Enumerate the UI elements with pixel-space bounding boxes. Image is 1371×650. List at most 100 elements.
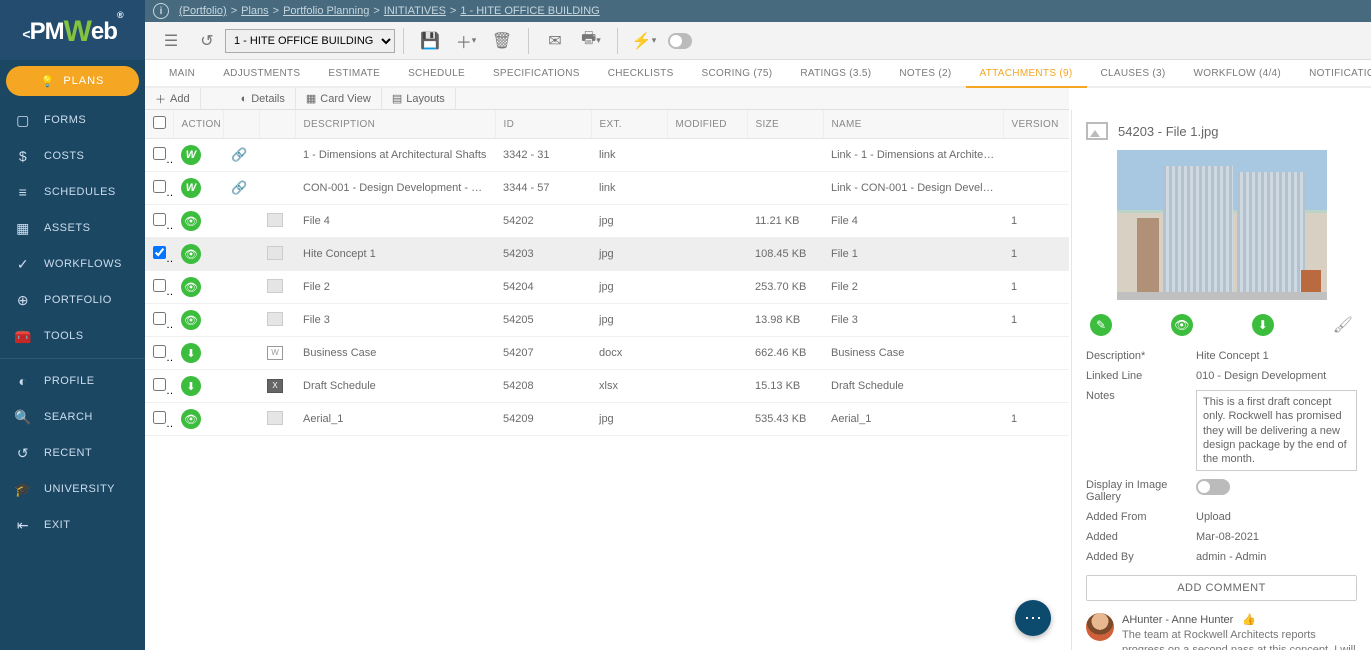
row-action-icon[interactable]: 👁 — [181, 409, 201, 429]
sidebar-item-profile[interactable]: ◐PROFILE — [0, 363, 145, 399]
sidebar-item-portfolio[interactable]: ⊕PORTFOLIO — [0, 282, 145, 318]
row-checkbox[interactable] — [153, 213, 166, 226]
sidebar-item-schedules[interactable]: ≡SCHEDULES — [0, 174, 145, 210]
select-all-checkbox[interactable] — [153, 116, 166, 129]
tab-main[interactable]: MAIN — [155, 59, 209, 87]
notes-value[interactable]: This is a first draft concept only. Rock… — [1196, 390, 1357, 471]
sidebar-item-tools[interactable]: 🧰TOOLS — [0, 318, 145, 354]
table-row[interactable]: ⬇WBusiness Case54207docx662.46 KBBusines… — [145, 337, 1069, 370]
row-checkbox[interactable] — [153, 378, 166, 391]
row-checkbox[interactable] — [153, 246, 166, 259]
sidebar-item-assets[interactable]: ▦ASSETS — [0, 210, 145, 246]
brush-icon[interactable]: 🖌 — [1333, 315, 1353, 335]
col-name[interactable]: NAME — [823, 110, 1003, 139]
download-action[interactable]: ⬇ — [1252, 314, 1274, 336]
col-modified[interactable]: MODIFIED — [667, 110, 747, 139]
gallery-toggle[interactable] — [1196, 479, 1230, 495]
cell-version — [1003, 139, 1069, 172]
breadcrumb-plans[interactable]: Plans — [241, 5, 269, 17]
breadcrumb-planning[interactable]: Portfolio Planning — [283, 5, 369, 17]
add-icon[interactable]: ＋▾ — [454, 29, 478, 53]
record-select[interactable]: 1 - HITE OFFICE BUILDING — [225, 29, 395, 53]
table-row[interactable]: 👁File 354205jpg13.98 KBFile 31 — [145, 304, 1069, 337]
sidebar-item-forms[interactable]: ▢FORMS — [0, 102, 145, 138]
mail-icon[interactable]: ✉ — [543, 29, 567, 53]
table-row[interactable]: W🔗1 - Dimensions at Architectural Shafts… — [145, 139, 1069, 172]
table-row[interactable]: ⬇XDraft Schedule54208xlsx15.13 KBDraft S… — [145, 370, 1069, 403]
description-value[interactable]: Hite Concept 1 — [1196, 350, 1357, 362]
more-actions-fab[interactable]: ⋯ — [1015, 600, 1051, 636]
tab-checklists[interactable]: CHECKLISTS — [594, 59, 688, 87]
tabs: MAINADJUSTMENTSESTIMATESCHEDULESPECIFICA… — [145, 60, 1371, 88]
row-checkbox[interactable] — [153, 180, 166, 193]
col-id[interactable]: ID — [495, 110, 591, 139]
save-icon[interactable]: 💾 — [418, 29, 442, 53]
col-size[interactable]: SIZE — [747, 110, 823, 139]
bolt-icon[interactable]: ⚡▾ — [632, 29, 656, 53]
tab-schedule[interactable]: SCHEDULE — [394, 59, 479, 87]
layouts-button[interactable]: ▤Layouts — [382, 88, 456, 110]
tab-clauses-[interactable]: CLAUSES (3) — [1087, 59, 1180, 87]
delete-icon[interactable]: 🗑 — [490, 29, 514, 53]
sidebar-label: PORTFOLIO — [44, 294, 112, 306]
add-comment-button[interactable]: ADD COMMENT — [1086, 575, 1357, 601]
row-checkbox[interactable] — [153, 279, 166, 292]
row-checkbox[interactable] — [153, 312, 166, 325]
print-icon[interactable]: 🖶▾ — [579, 29, 603, 53]
tab-adjustments[interactable]: ADJUSTMENTS — [209, 59, 314, 87]
tab-estimate[interactable]: ESTIMATE — [314, 59, 394, 87]
breadcrumb-record[interactable]: 1 - HITE OFFICE BUILDING — [460, 5, 599, 17]
sidebar-plans-pill[interactable]: 💡 PLANS — [6, 66, 139, 96]
col-ext[interactable]: EXT. — [591, 110, 667, 139]
linked-value[interactable]: 010 - Design Development — [1196, 370, 1357, 382]
list-icon[interactable]: ☰ — [159, 29, 183, 53]
table-row[interactable]: 👁File 254204jpg253.70 KBFile 21 — [145, 271, 1069, 304]
details-toggle[interactable]: ◐Details — [231, 88, 296, 110]
sidebar-item-workflows[interactable]: ✓WORKFLOWS — [0, 246, 145, 282]
sidebar-item-exit[interactable]: ⇤EXIT — [0, 507, 145, 543]
toolbar-toggle[interactable] — [668, 29, 692, 53]
row-action-icon[interactable]: 👁 — [181, 211, 201, 231]
tab-notes-[interactable]: NOTES (2) — [885, 59, 965, 87]
breadcrumb-root[interactable]: (Portfolio) — [179, 5, 227, 17]
tab-specifications[interactable]: SPECIFICATIONS — [479, 59, 594, 87]
col-action[interactable]: ACTION — [173, 110, 223, 139]
row-checkbox[interactable] — [153, 147, 166, 160]
row-checkbox[interactable] — [153, 345, 166, 358]
table-row[interactable]: 👁File 454202jpg11.21 KBFile 41 — [145, 205, 1069, 238]
tab-attachments-[interactable]: ATTACHMENTS (9) — [966, 60, 1087, 88]
table-row[interactable]: W🔗CON-001 - Design Development - Dimensi… — [145, 172, 1069, 205]
sidebar-item-recent[interactable]: ↺RECENT — [0, 435, 145, 471]
col-version[interactable]: VERSION — [1003, 110, 1069, 139]
sidebar-item-search[interactable]: 🔍SEARCH — [0, 399, 145, 435]
tab-workflow-[interactable]: WORKFLOW (4/4) — [1180, 59, 1296, 87]
thumb-icon[interactable]: 👍 — [1242, 614, 1256, 626]
cell-description: File 2 — [295, 271, 495, 304]
row-action-icon[interactable]: W — [181, 178, 201, 198]
tab-scoring-[interactable]: SCORING (75) — [688, 59, 787, 87]
cardview-button[interactable]: ▦Card View — [296, 88, 382, 110]
info-icon[interactable]: i — [153, 3, 169, 19]
logo[interactable]: <PMWeb® — [0, 0, 145, 60]
col-description[interactable]: DESCRIPTION — [295, 110, 495, 139]
sidebar-item-costs[interactable]: $COSTS — [0, 138, 145, 174]
row-action-icon[interactable]: 👁 — [181, 244, 201, 264]
row-checkbox[interactable] — [153, 411, 166, 424]
view-action[interactable]: 👁 — [1171, 314, 1193, 336]
sidebar-icon: ✓ — [14, 256, 32, 273]
preview-image[interactable] — [1117, 150, 1327, 300]
tab-notifications-[interactable]: NOTIFICATIONS (4) — [1295, 59, 1371, 87]
row-action-icon[interactable]: 👁 — [181, 310, 201, 330]
row-action-icon[interactable]: ⬇ — [181, 376, 201, 396]
row-action-icon[interactable]: 👁 — [181, 277, 201, 297]
table-row[interactable]: 👁Aerial_154209jpg535.43 KBAerial_11 — [145, 403, 1069, 436]
history-icon[interactable]: ↺ — [195, 29, 219, 53]
row-action-icon[interactable]: ⬇ — [181, 343, 201, 363]
edit-action[interactable]: ✎ — [1090, 314, 1112, 336]
breadcrumb-initiatives[interactable]: INITIATIVES — [384, 5, 446, 17]
tab-ratings-[interactable]: RATINGS (3.5) — [786, 59, 885, 87]
sidebar-item-university[interactable]: 🎓UNIVERSITY — [0, 471, 145, 507]
table-row[interactable]: 👁Hite Concept 154203jpg108.45 KBFile 11 — [145, 238, 1069, 271]
add-button[interactable]: ＋Add — [145, 88, 201, 110]
row-action-icon[interactable]: W — [181, 145, 201, 165]
